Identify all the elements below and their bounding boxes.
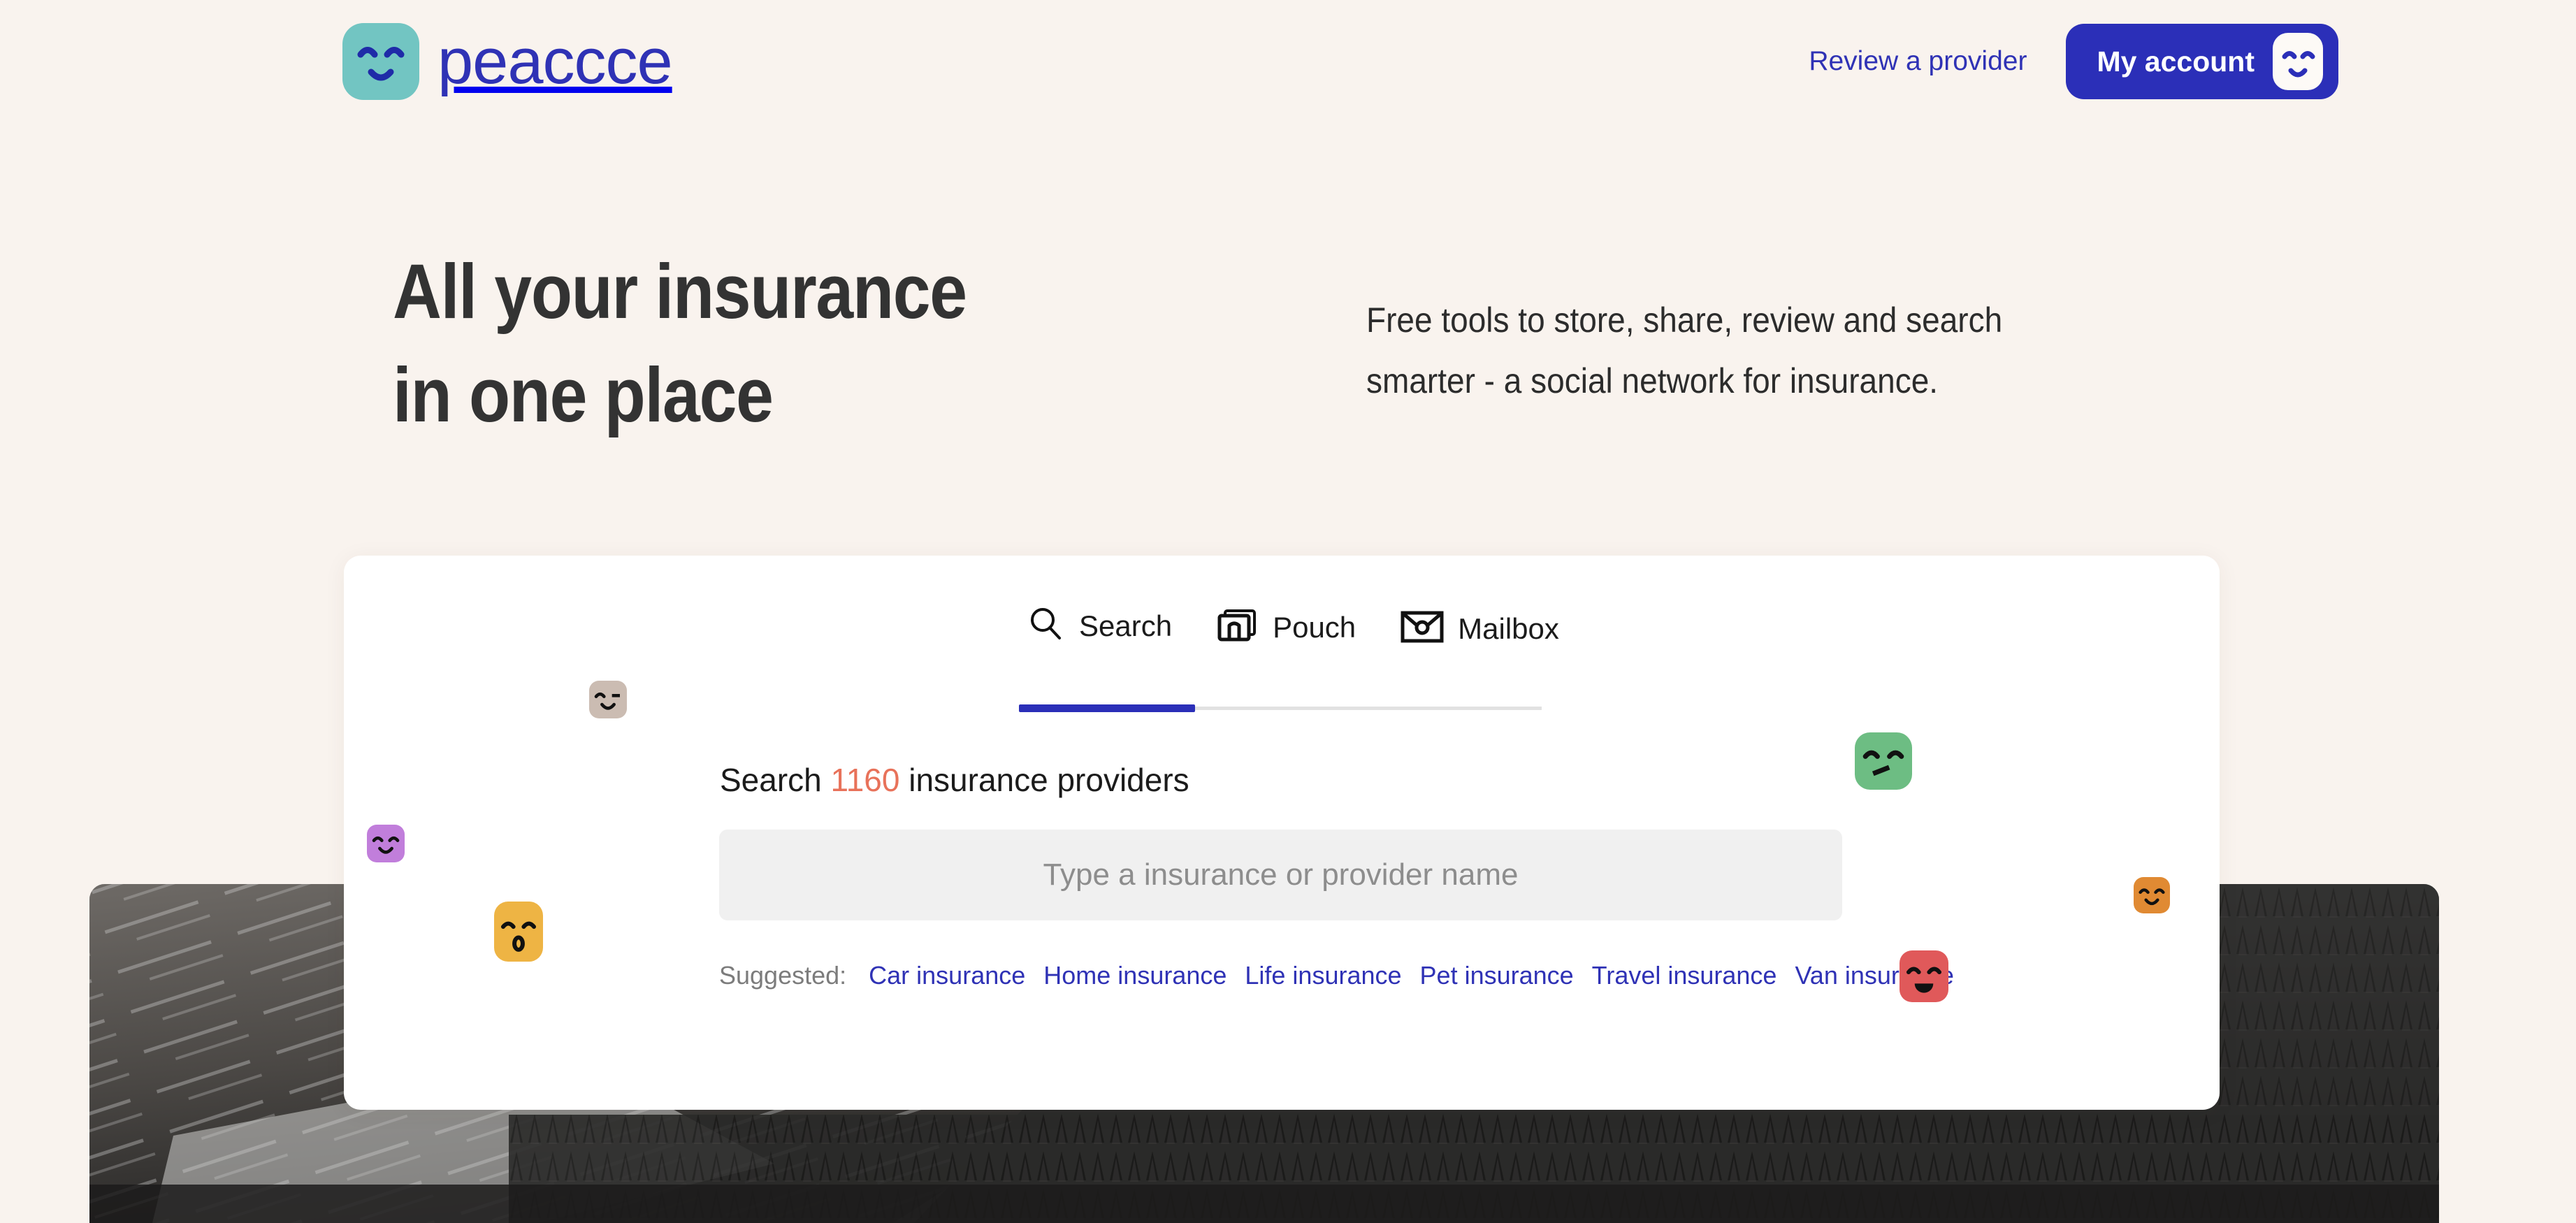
account-face-avatar-icon xyxy=(2273,33,2323,90)
search-heading-suffix: insurance providers xyxy=(899,762,1189,798)
peaccce-face-logo-icon xyxy=(342,23,419,100)
card-tabs: Search Pouch Mailbox xyxy=(1019,605,1583,664)
tab-mailbox[interactable]: Mailbox xyxy=(1380,610,1583,664)
header-actions: Review a provider My account xyxy=(1809,24,2338,99)
search-heading-prefix: Search xyxy=(720,762,831,798)
face-sticker-beige-icon xyxy=(589,681,627,718)
tab-pouch[interactable]: Pouch xyxy=(1196,607,1380,664)
my-account-label: My account xyxy=(2097,45,2255,78)
site-header: peaccce Review a provider My account xyxy=(0,0,2576,140)
tab-search-label: Search xyxy=(1079,609,1173,642)
face-sticker-green-icon xyxy=(1855,732,1912,790)
suggested-label: Suggested: xyxy=(719,961,847,990)
cards-stack-icon xyxy=(1217,607,1259,647)
suggested-home-insurance[interactable]: Home insurance xyxy=(1043,961,1227,990)
suggested-life-insurance[interactable]: Life insurance xyxy=(1245,961,1401,990)
brand-logo[interactable]: peaccce xyxy=(342,23,673,100)
search-heading: Search 1160 insurance providers xyxy=(720,761,1189,799)
suggested-travel-insurance[interactable]: Travel insurance xyxy=(1592,961,1777,990)
provider-count: 1160 xyxy=(830,762,900,798)
suggested-car-insurance[interactable]: Car insurance xyxy=(869,961,1025,990)
page-title: All your insurance in one place xyxy=(393,249,967,438)
review-a-provider-link[interactable]: Review a provider xyxy=(1809,46,2027,77)
brand-name: peaccce xyxy=(437,26,673,97)
hero-subtitle: Free tools to store, share, review and s… xyxy=(1366,301,2003,400)
face-sticker-purple-icon xyxy=(367,825,405,862)
tabs-active-indicator xyxy=(1019,704,1195,712)
envelope-seal-icon xyxy=(1401,610,1444,647)
tab-mailbox-label: Mailbox xyxy=(1458,612,1559,645)
suggested-searches: Suggested: Car insurance Home insurance … xyxy=(719,961,1954,990)
magnifier-icon xyxy=(1026,605,1065,647)
suggested-pet-insurance[interactable]: Pet insurance xyxy=(1420,961,1574,990)
search-input[interactable] xyxy=(719,830,1842,920)
my-account-button[interactable]: My account xyxy=(2066,24,2338,99)
face-sticker-red-icon xyxy=(1900,950,1948,1002)
tab-search[interactable]: Search xyxy=(1019,605,1196,664)
face-sticker-orange-small-icon xyxy=(2134,877,2170,913)
face-sticker-orange-icon xyxy=(494,902,543,962)
tab-pouch-label: Pouch xyxy=(1273,610,1356,644)
